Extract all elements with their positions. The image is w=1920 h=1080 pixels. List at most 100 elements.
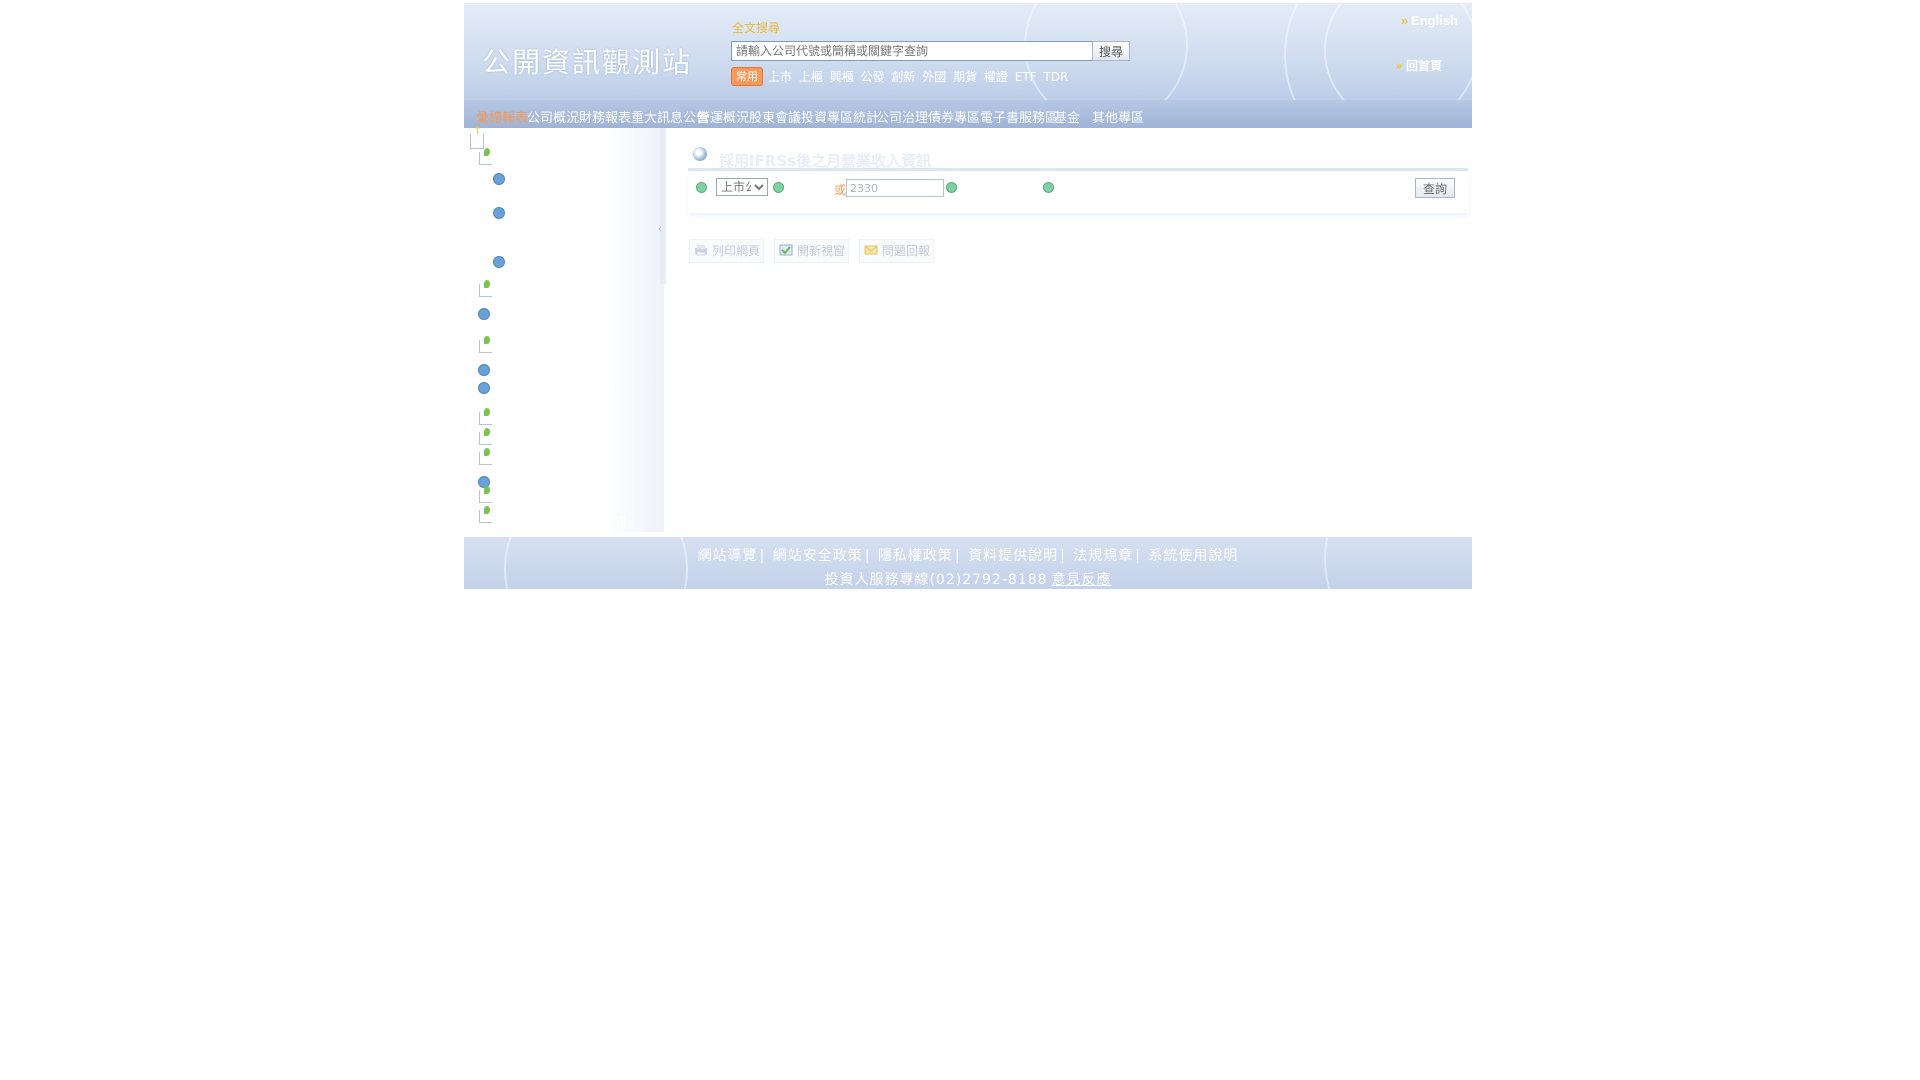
footer-link-security[interactable]: 網站安全政策 [773,548,863,564]
leaf-icon [479,336,492,353]
double-chevron-icon: » [1400,13,1409,28]
query-button[interactable]: 查詢 [1415,178,1455,198]
sidebar-divider [660,128,666,284]
footer-link-data-notes[interactable]: 資料提供說明 [968,548,1058,564]
title-divider [688,168,1468,171]
year-label: 年度 [960,183,985,197]
footer-link-regulations[interactable]: 法規規章 [1073,548,1133,564]
code-bullet-icon [773,182,784,193]
nav-item-financials[interactable]: 財務報表 [579,107,631,126]
folder-up-icon [470,124,484,149]
nav-item-others[interactable]: 其他專區 [1092,107,1144,126]
search-input[interactable] [731,41,1093,61]
tree-item-loans-endorsement[interactable]: 資金貸與背書保證資訊 [497,516,627,531]
leaf-icon [479,448,492,465]
nav-item-meetings[interactable]: 股東會議 [749,107,801,126]
tree-item-dividends[interactable]: 股利分派資訊 [497,458,575,473]
print-page-label: 列印網頁 [712,244,761,258]
bullet-icon [493,256,505,268]
bullet-icon [478,382,490,394]
quick-link-foreign[interactable]: 外國 [922,70,946,84]
tree-group-financials[interactable]: 財務報表 [497,158,549,173]
new-window-icon [779,244,793,256]
code-label-prefix: 公司代號 [786,183,835,197]
nav-item-company[interactable]: 公司概況 [527,107,579,126]
report-issue-button[interactable]: 問題回報 [859,239,935,263]
home-link-label: 回首頁 [1405,59,1442,73]
search-button[interactable]: 搜尋 [1092,41,1130,61]
nav-item-ebooks[interactable]: 電子書服務區 [980,107,1058,126]
bullet-icon [493,173,505,185]
globe-icon [693,147,707,161]
leaf-icon [479,506,492,523]
footer-link-guide[interactable]: 系統使用說明 [1148,548,1238,564]
quick-link-otc[interactable]: 上櫃 [799,70,823,84]
footer-separator: | [759,548,766,564]
quick-link-warrants[interactable]: 權證 [984,70,1008,84]
sidebar-tree: ‹ 彙總報表 財務報表 採用IFRSs後之月營業收入 採用IFRSs前之月營業收… [464,124,666,532]
leaf-icon [479,486,492,503]
site-footer: 網站導覽 | 網站安全政策 | 隱私權政策 | 資料提供說明 | 法規規章 | 系統使用說… [464,537,1472,589]
leaf-icon [479,280,492,297]
feedback-link[interactable]: 意見反應 [1052,572,1112,588]
service-hotline: 投資人服務專線(02)2792-8188 [824,572,1048,588]
tree-subitem-monthly-revenue-ifrs[interactable]: 採用IFRSs後之月營業收入 [508,173,598,203]
footer-contact: 投資人服務專線(02)2792-8188 意見反應 [464,569,1472,589]
quick-link-innovation[interactable]: 創新 [891,70,915,84]
envelope-icon [864,245,878,255]
print-page-button[interactable]: 列印網頁 [689,239,765,263]
leaf-icon [479,148,492,165]
bullet-icon [493,207,505,219]
footer-separator: | [1060,548,1066,564]
nav-item-governance[interactable]: 公司治理 [876,107,928,126]
month-label: 月份 [1057,183,1082,197]
quick-link-tdr[interactable]: TDR [1043,70,1068,84]
quick-link-etf[interactable]: ETF [1015,70,1037,84]
report-issue-label: 問題回報 [882,244,931,258]
bullet-icon [478,364,490,376]
leaf-icon [479,408,492,425]
printer-icon [695,245,707,256]
tree-item-revenue-summary[interactable]: 營業收入彙總表 [497,346,588,361]
nav-item-operations[interactable]: 營運概況 [697,107,749,126]
quick-links: 上市 上櫃 興櫃 公發 創新 外國 期貨 權證 ETF TDR [768,68,1071,85]
nav-item-investment-stats[interactable]: 投資專區統計 [801,107,879,126]
leaf-icon [479,428,492,445]
new-window-label: 開新視窗 [797,244,846,258]
tree-item-forecast[interactable]: 財務預測彙總 [497,418,575,433]
home-link[interactable]: » 回首頁 [1395,57,1442,74]
tree-item-governance[interactable]: 公司治理資料彙總 [497,438,601,453]
search-title: 全文搜尋 [732,21,781,35]
main-nav: 彙總報表 公司概況 財務報表 重大訊息公告 營運概況 股東會議 投資專區統計 公… [464,100,1472,128]
footer-link-privacy[interactable]: 隱私權政策 [878,548,953,564]
quick-link-public[interactable]: 公發 [861,70,885,84]
english-link-label: English [1411,13,1458,28]
nav-item-summary[interactable]: 彙總報表 [476,107,528,126]
double-chevron-icon: » [1395,59,1403,73]
footer-separator: | [954,548,961,564]
company-code-input[interactable] [846,179,944,197]
bullet-icon [478,308,490,320]
quick-link-listed[interactable]: 上市 [768,70,792,84]
year-bullet-icon [946,182,957,193]
nav-item-funds[interactable]: 基金 [1054,107,1080,126]
site-header: 公開資訊觀測站 全文搜尋 搜尋 常用 上市 上櫃 興櫃 公發 創新 外國 期貨 … [464,3,1472,100]
nav-item-bonds[interactable]: 債券專區 [928,107,980,126]
new-window-button[interactable]: 開新視窗 [774,239,850,263]
site-logo[interactable]: 公開資訊觀測站 [482,41,692,81]
tree-root[interactable]: 彙總報表 [484,138,536,153]
english-link[interactable]: » English [1401,13,1458,28]
market-select[interactable]: 上市公司 [716,178,768,196]
quick-link-emerging[interactable]: 興櫃 [830,70,854,84]
tree-item-endorsement[interactable]: 背書保證資訊 [497,496,575,511]
tree-item-financial-analysis[interactable]: 財務分析 [492,364,544,379]
tree-item-operations-summary[interactable]: 營運重點資料彙總(自102年6月起適用) [492,382,622,412]
tree-item-investor-relations[interactable]: 投資人關係專區資訊 [492,476,609,491]
collapse-sidebar-icon[interactable]: ‹ [658,224,662,235]
quick-link-futures[interactable]: 期貨 [953,70,977,84]
footer-link-sitemap[interactable]: 網站導覽 [698,548,758,564]
tree-item-financial-reports[interactable]: 財務報告查詢專區 [497,290,601,305]
market-bullet-icon [696,182,707,193]
tree-subitem-monthly-revenue-history[interactable]: 採用IFRSs前之月營業收入資訊(歷史資料) [508,207,598,252]
tree-subitem-revenue-summary[interactable]: 彙總表查詢月營收資訊 [508,256,618,286]
